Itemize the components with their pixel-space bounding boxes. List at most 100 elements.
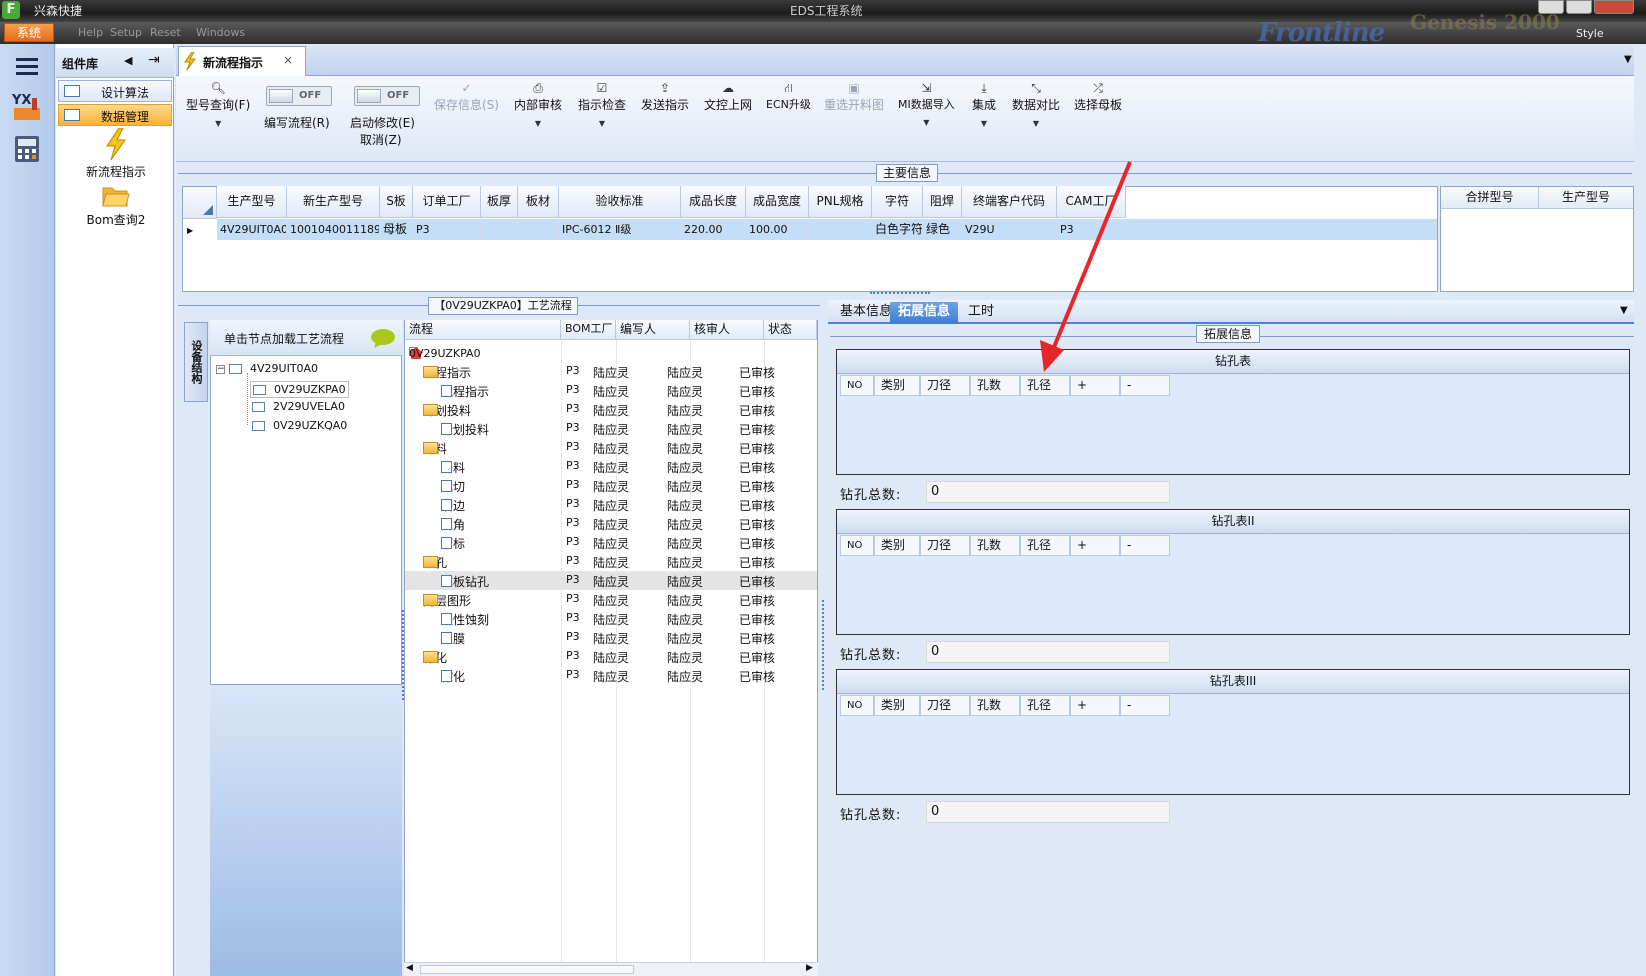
integrate-button[interactable]: ⤓ 集成 ▼ <box>972 80 996 129</box>
tab-menu-chevron-icon[interactable]: ▼ <box>1620 305 1628 316</box>
drill-total-field[interactable]: 0 <box>926 801 1170 823</box>
col-header-status[interactable]: 状态 <box>764 320 817 340</box>
flow-row[interactable]: −内层图形P3陆应灵陆应灵已审核 <box>405 590 817 609</box>
flow-row[interactable]: 退膜 P3 陆应灵 陆应灵 已审核 <box>405 628 817 647</box>
flow-row[interactable]: −计划投料P3陆应灵陆应灵已审核 <box>405 400 817 419</box>
tab-list-chevron-icon[interactable]: ▼ <box>1624 54 1632 65</box>
close-window-button[interactable] <box>1594 0 1634 14</box>
grid-cell[interactable]: V29U <box>962 219 1057 240</box>
flow-row[interactable]: 计划投料 P3 陆应灵 陆应灵 已审核 <box>405 419 817 438</box>
structure-node[interactable]: 0V29UZKQA0 <box>252 419 347 432</box>
col-header[interactable]: 终端客户代码 <box>962 186 1057 218</box>
drill-total-field[interactable]: 0 <box>926 481 1170 503</box>
grid-cell[interactable]: 220.00 <box>681 219 746 240</box>
col-header[interactable]: 成品长度 <box>681 186 746 218</box>
col-header[interactable]: 板材 <box>518 186 559 218</box>
grid-cell[interactable]: IPC-6012 Ⅱ级 <box>559 219 681 240</box>
reselect-cut-chart-button[interactable]: ▣ 重选开料图 <box>824 80 884 113</box>
structure-node-selected[interactable]: 0V29UZKPA0 <box>250 381 349 398</box>
cancel-button[interactable]: 取消(Z) <box>360 131 402 148</box>
col-header[interactable]: 阻焊 <box>923 186 962 218</box>
col-header[interactable]: 字符 <box>872 186 923 218</box>
grid-cell[interactable]: 100.00 <box>746 219 809 240</box>
ecn-upgrade-button[interactable]: ⛙ ECN升级 <box>766 80 811 112</box>
col-header[interactable]: CAM工厂 <box>1057 186 1126 218</box>
flow-row[interactable]: 酸性蚀刻 P3 陆应灵 陆应灵 已审核 <box>405 609 817 628</box>
factory-icon[interactable]: YX <box>10 90 44 124</box>
flow-row[interactable]: 磨边 P3 陆应灵 陆应灵 已审核 <box>405 495 817 514</box>
menu-item-setup[interactable]: Setup <box>110 26 142 39</box>
tab-equipment-structure[interactable]: 设备结构 <box>184 322 208 402</box>
pin-panel-icon[interactable]: ⇥ <box>148 52 160 68</box>
scroll-thumb[interactable] <box>420 965 634 974</box>
grid-cell[interactable]: 10010400111892 <box>287 219 380 240</box>
flow-row[interactable]: 开料 P3 陆应灵 陆应灵 已审核 <box>405 457 817 476</box>
col-header[interactable]: PNL规格 <box>809 186 872 218</box>
flow-row[interactable]: −流程指示P3陆应灵陆应灵已审核 <box>405 362 817 381</box>
style-menu[interactable]: Style <box>1576 27 1604 40</box>
col-header-bom-factory[interactable]: BOM工厂 <box>561 320 616 340</box>
scroll-right-icon[interactable]: ▶ <box>806 963 813 973</box>
flow-row[interactable]: 棕化 P3 陆应灵 陆应灵 已审核 <box>405 666 817 685</box>
structure-node[interactable]: 2V29UVELA0 <box>252 400 345 413</box>
tool-new-flow-instruction[interactable]: 新流程指示 <box>68 127 164 180</box>
col-header[interactable]: 生产型号 <box>217 186 287 218</box>
structure-root-node[interactable]: − 4V29UIT0A0 <box>216 362 318 375</box>
choose-master-button[interactable]: ⤮ 选择母板 <box>1074 80 1122 113</box>
tab-extended-info[interactable]: 拓展信息 <box>890 302 959 324</box>
collapse-left-icon[interactable]: ◀ <box>124 54 132 67</box>
add-row-button[interactable]: + <box>1070 535 1120 556</box>
flow-row[interactable]: 打标 P3 陆应灵 陆应灵 已审核 <box>405 533 817 552</box>
tool-bom-query[interactable]: Bom查询2 <box>68 184 164 228</box>
tab-new-flow-instruction[interactable]: 新流程指示 × <box>178 46 306 76</box>
calculator-icon[interactable] <box>10 132 44 166</box>
maximize-button[interactable] <box>1566 0 1592 14</box>
col-header[interactable]: 板厚 <box>481 186 518 218</box>
remove-row-button[interactable]: - <box>1120 695 1170 716</box>
grid-cell[interactable]: 白色字符 <box>872 219 923 240</box>
remove-row-button[interactable]: - <box>1120 535 1170 556</box>
grid-cell[interactable] <box>809 219 872 240</box>
col-header[interactable]: 新生产型号 <box>287 186 380 218</box>
data-compare-button[interactable]: ⤡ 数据对比 ▼ <box>1012 80 1060 129</box>
type-query-button[interactable]: 🔍︎ 型号查询(F) ▼ <box>186 80 250 129</box>
save-info-button[interactable]: ✓ 保存信息(S) <box>434 80 499 113</box>
col-header-reviewer[interactable]: 核审人 <box>690 320 764 340</box>
internal-review-button[interactable]: ⎙ 内部审核 ▼ <box>514 80 562 129</box>
col-header-process[interactable]: 流程 <box>405 320 561 340</box>
collapse-icon[interactable]: − <box>216 364 225 374</box>
col-header[interactable]: S板 <box>380 186 413 218</box>
grid-cell[interactable]: P3 <box>1057 219 1126 240</box>
flow-row[interactable]: 芯板钻孔 P3 陆应灵 陆应灵 已审核 <box>405 571 817 590</box>
instruction-check-button[interactable]: ☑ 指示检查 ▼ <box>578 80 626 129</box>
flow-row[interactable]: −钻孔P3陆应灵陆应灵已审核 <box>405 552 817 571</box>
col-header[interactable]: 成品宽度 <box>746 186 809 218</box>
grid-cell[interactable]: 母板 <box>380 219 413 240</box>
col-header-writer[interactable]: 编写人 <box>616 320 690 340</box>
grid-cell[interactable]: 4V29UIT0A0 <box>217 219 287 240</box>
grid-cell[interactable] <box>481 219 518 240</box>
close-tab-icon[interactable]: × <box>283 53 293 67</box>
flow-row[interactable]: 圆角 P3 陆应灵 陆应灵 已审核 <box>405 514 817 533</box>
system-menu-button[interactable]: 系统 <box>4 23 54 42</box>
splitter-handle[interactable] <box>822 600 826 690</box>
remove-row-button[interactable]: - <box>1120 375 1170 396</box>
add-row-button[interactable]: + <box>1070 695 1120 716</box>
grid-cell[interactable]: P3 <box>413 219 481 240</box>
col-header[interactable]: 验收标准 <box>559 186 681 218</box>
send-instruction-button[interactable]: ⇪ 发送指示 <box>641 80 689 113</box>
flow-row[interactable]: 裁切 P3 陆应灵 陆应灵 已审核 <box>405 476 817 495</box>
menu-item-help[interactable]: Help <box>78 26 103 39</box>
scroll-left-icon[interactable]: ◀ <box>406 963 413 973</box>
flow-row[interactable]: −棕化P3陆应灵陆应灵已审核 <box>405 647 817 666</box>
start-edit-toggle[interactable]: OFF <box>354 86 420 106</box>
grid-cell[interactable]: 绿色 <box>923 219 962 240</box>
upload-doc-button[interactable]: ☁ 文控上网 <box>704 80 752 113</box>
comp-item-design-algorithm[interactable]: 设计算法 <box>58 80 172 102</box>
tab-work-hours[interactable]: 工时 <box>960 302 1002 324</box>
flow-row[interactable]: −开料P3陆应灵陆应灵已审核 <box>405 438 817 457</box>
menu-item-reset[interactable]: Reset <box>150 26 181 39</box>
flow-root-row[interactable]: −0V29UZKPA0 <box>405 343 817 362</box>
mi-import-button[interactable]: ⇲ MI数据导入 ▼ <box>898 80 955 128</box>
edit-flow-toggle[interactable]: OFF <box>266 86 332 106</box>
